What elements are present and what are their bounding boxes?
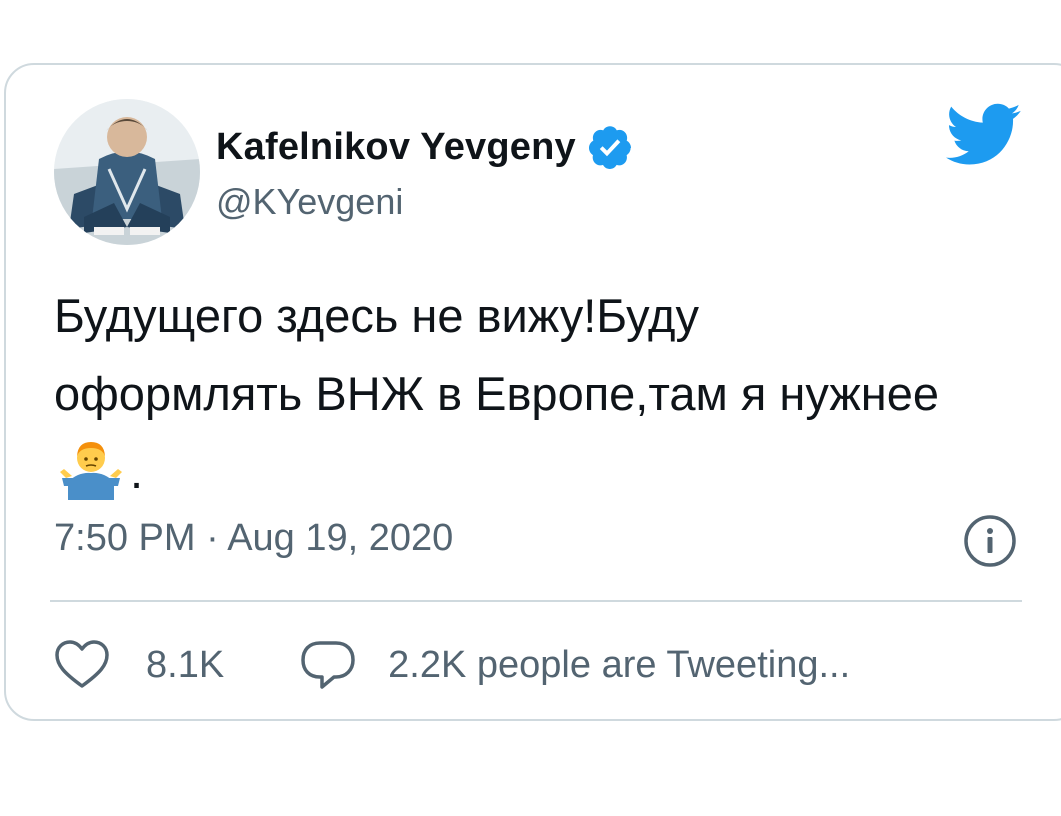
- tweet-actions: 8.1K 2.2K people are Tweeting...: [54, 639, 850, 691]
- conversation-label: 2.2K people are Tweeting...: [388, 643, 851, 686]
- tweet-card[interactable]: Kafelnikov Yevgeny @KYevgeni Будущего зд…: [4, 63, 1061, 721]
- heart-icon[interactable]: [54, 639, 110, 691]
- tweet-timestamp[interactable]: 7:50 PM · Aug 19, 2020: [54, 517, 453, 560]
- like-count: 8.1K: [146, 643, 225, 686]
- tweet-text-body: Будущего здесь не вижу!Буду оформлять ВН…: [54, 289, 940, 420]
- twitter-bird-icon[interactable]: [946, 103, 1022, 167]
- tweet-text: Будущего здесь не вижу!Буду оформлять ВН…: [54, 277, 954, 511]
- tweet-text-end: .: [130, 445, 144, 498]
- divider: [50, 600, 1022, 602]
- conversation-link[interactable]: 2.2K people are Tweeting...: [300, 639, 850, 691]
- avatar-photo: [54, 99, 200, 245]
- avatar[interactable]: [54, 99, 200, 245]
- author-name[interactable]: Kafelnikov Yevgeny: [216, 126, 576, 169]
- speech-bubble-icon[interactable]: [300, 639, 356, 691]
- author-handle[interactable]: @KYevgeni: [216, 181, 403, 223]
- info-icon[interactable]: [962, 513, 1018, 569]
- person-shrugging-emoji-icon: [60, 442, 122, 500]
- author-name-row[interactable]: Kafelnikov Yevgeny: [216, 123, 634, 171]
- verified-badge-icon: [588, 126, 631, 169]
- like-button[interactable]: 8.1K: [54, 639, 224, 691]
